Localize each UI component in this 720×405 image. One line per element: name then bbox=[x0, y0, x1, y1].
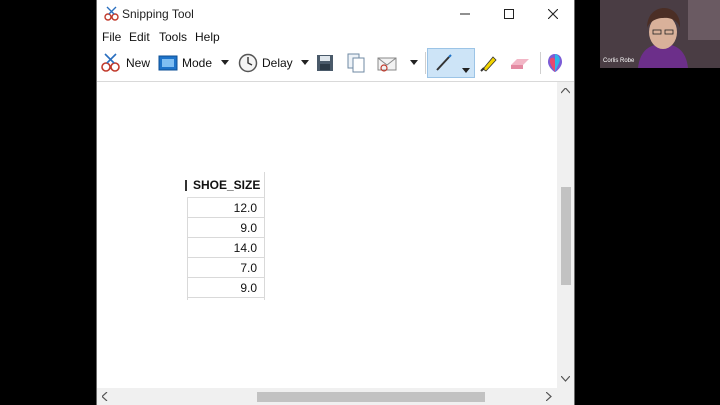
highlighter-button[interactable] bbox=[479, 50, 499, 76]
scrollbar-corner bbox=[557, 388, 574, 405]
copy-icon bbox=[347, 53, 365, 73]
pen-tool-group[interactable] bbox=[427, 48, 475, 78]
eraser-icon bbox=[511, 59, 529, 69]
toolbar: New Mode Delay bbox=[97, 46, 574, 80]
chevron-down-icon bbox=[410, 60, 418, 65]
snipping-tool-window: Snipping Tool File Edit Tools Help New M… bbox=[96, 0, 575, 405]
delay-button[interactable]: Delay bbox=[238, 50, 293, 76]
horizontal-scrollbar[interactable] bbox=[97, 388, 559, 405]
toolbar-separator bbox=[540, 52, 541, 74]
participant-name: Corlis Robe bbox=[603, 58, 635, 64]
save-button[interactable] bbox=[316, 50, 334, 76]
scissors-icon bbox=[104, 6, 120, 22]
mode-button[interactable]: Mode bbox=[158, 50, 212, 76]
send-dropdown-arrow[interactable] bbox=[410, 50, 418, 76]
vertical-scrollbar[interactable] bbox=[557, 82, 574, 388]
horizontal-scroll-thumb[interactable] bbox=[257, 392, 485, 402]
chevron-down-icon bbox=[221, 60, 229, 65]
mode-icon bbox=[158, 55, 178, 71]
save-icon bbox=[317, 55, 333, 71]
vertical-scroll-thumb[interactable] bbox=[561, 187, 571, 285]
table-row: 7.0 bbox=[187, 258, 265, 278]
new-button[interactable]: New bbox=[100, 50, 150, 76]
delay-label: Delay bbox=[262, 56, 293, 70]
pen-icon bbox=[434, 53, 454, 78]
paint3d-icon bbox=[548, 54, 562, 72]
table-row: 12.0 bbox=[187, 198, 265, 218]
clock-icon bbox=[238, 53, 258, 73]
new-label: New bbox=[126, 56, 151, 70]
close-button[interactable] bbox=[531, 0, 575, 28]
webcam-overlay: Corlis Robe bbox=[600, 0, 720, 68]
edit-in-paint3d-button[interactable] bbox=[547, 50, 563, 76]
menu-tools[interactable]: Tools bbox=[159, 30, 187, 44]
scroll-down-icon[interactable] bbox=[561, 376, 570, 382]
menu-bar: File Edit Tools Help bbox=[97, 28, 574, 46]
delay-dropdown-arrow[interactable] bbox=[301, 50, 309, 76]
table-row: 9.0 bbox=[187, 218, 265, 238]
toolbar-separator bbox=[425, 52, 426, 74]
maximize-button[interactable] bbox=[487, 0, 531, 28]
chevron-down-icon bbox=[301, 60, 309, 65]
eraser-button[interactable] bbox=[509, 50, 531, 76]
mode-label: Mode bbox=[182, 56, 213, 70]
canvas-top-border bbox=[97, 81, 574, 82]
table-row: 9.0 bbox=[187, 278, 265, 298]
menu-help[interactable]: Help bbox=[195, 30, 220, 44]
minimize-button[interactable] bbox=[443, 0, 487, 28]
send-snip-button[interactable] bbox=[377, 50, 399, 76]
envelope-icon bbox=[377, 57, 397, 72]
highlighter-icon bbox=[480, 56, 497, 72]
copy-button[interactable] bbox=[346, 50, 366, 76]
new-snip-icon bbox=[101, 53, 120, 72]
column-header: SHOE_SIZE bbox=[187, 172, 265, 198]
mode-dropdown-arrow[interactable] bbox=[221, 50, 229, 76]
title-bar[interactable]: Snipping Tool bbox=[97, 0, 574, 28]
chevron-down-icon[interactable] bbox=[462, 61, 470, 79]
menu-file[interactable]: File bbox=[102, 30, 121, 44]
table-row: 14.0 bbox=[187, 238, 265, 258]
scroll-right-icon[interactable] bbox=[546, 392, 552, 401]
menu-edit[interactable]: Edit bbox=[129, 30, 150, 44]
scroll-up-icon[interactable] bbox=[561, 88, 570, 94]
scroll-left-icon[interactable] bbox=[102, 392, 108, 401]
window-title: Snipping Tool bbox=[122, 7, 194, 21]
